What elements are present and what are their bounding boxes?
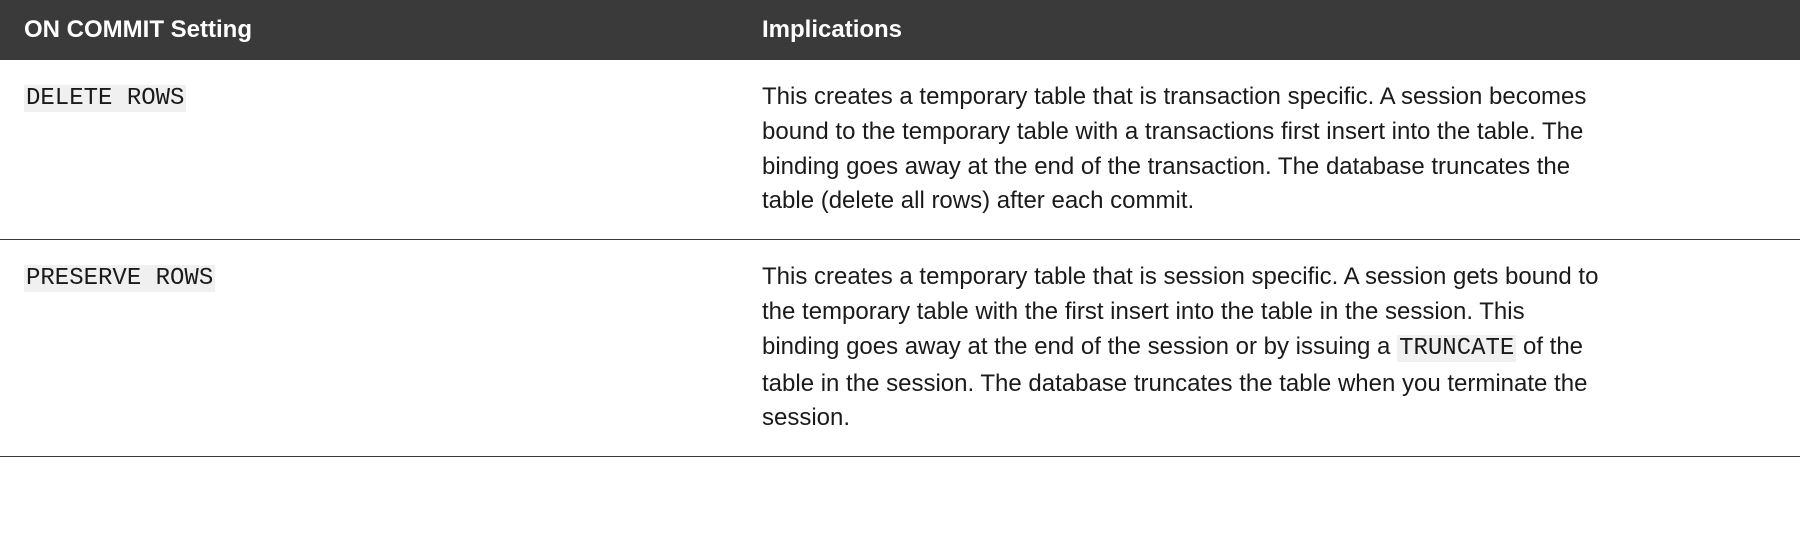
on-commit-table: ON COMMIT Setting Implications DELETE RO… xyxy=(0,0,1800,457)
cell-implications: This creates a temporary table that is t… xyxy=(738,60,1800,240)
setting-code: DELETE ROWS xyxy=(24,85,186,112)
table-row: DELETE ROWS This creates a temporary tab… xyxy=(0,60,1800,240)
header-setting: ON COMMIT Setting xyxy=(0,0,738,60)
desc-inline-code: TRUNCATE xyxy=(1397,335,1516,362)
desc-text: This creates a temporary table that is t… xyxy=(762,83,1586,214)
setting-code: PRESERVE ROWS xyxy=(24,265,215,292)
table-header-row: ON COMMIT Setting Implications xyxy=(0,0,1800,60)
cell-implications: This creates a temporary table that is s… xyxy=(738,240,1800,457)
cell-setting: PRESERVE ROWS xyxy=(0,240,738,457)
cell-setting: DELETE ROWS xyxy=(0,60,738,240)
header-implications: Implications xyxy=(738,0,1800,60)
table-row: PRESERVE ROWS This creates a temporary t… xyxy=(0,240,1800,457)
